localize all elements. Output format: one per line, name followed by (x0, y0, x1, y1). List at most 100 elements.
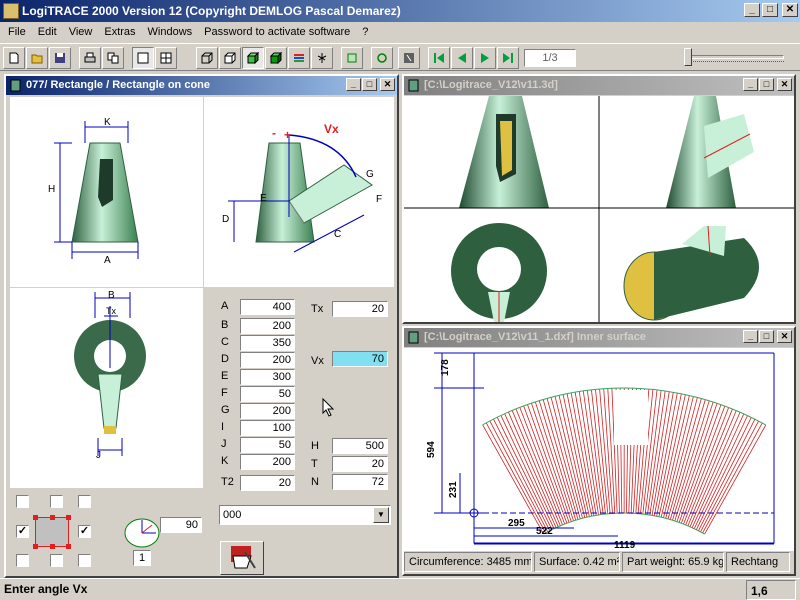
last-page-button[interactable] (497, 47, 519, 69)
position-checkbox-tc[interactable] (50, 495, 63, 508)
rotate-button[interactable] (371, 47, 393, 69)
tree-icon (317, 53, 327, 63)
dxf-canvas[interactable]: 178 594 231 295 522 1119 (404, 348, 794, 551)
params-close-button[interactable]: ✕ (380, 78, 395, 91)
menu-view[interactable]: View (63, 26, 99, 38)
3d-canvas[interactable] (404, 96, 794, 322)
status-circumference: Circumference: 3485 mm (404, 552, 532, 572)
position-checkbox-ml[interactable]: ✓ (16, 525, 29, 538)
field-tx-input[interactable]: 20 (332, 301, 388, 317)
front-view-canvas: K H A (10, 97, 203, 287)
field-t2-input[interactable]: 20 (240, 475, 295, 491)
position-checkbox-tr[interactable] (78, 495, 91, 508)
prompt-bar: Enter angle Vx 1,6 (0, 578, 800, 600)
dim-594: 594 (426, 441, 437, 458)
field-g-input[interactable]: 200 (240, 403, 295, 419)
next-page-icon (481, 53, 489, 63)
field-h-input[interactable]: 500 (332, 438, 388, 454)
position-checkbox-mr[interactable]: ✓ (78, 525, 91, 538)
folder-icon (31, 54, 43, 64)
dim-1119: 1119 (614, 540, 636, 551)
open-file-button[interactable] (26, 47, 48, 69)
wireframe-button[interactable] (196, 47, 218, 69)
close-button[interactable]: ✕ (782, 3, 798, 17)
diagram-minus: - (272, 126, 276, 140)
field-c-input[interactable]: 350 (240, 335, 295, 351)
solid-button[interactable] (265, 47, 287, 69)
3d-close-button[interactable]: ✕ (777, 78, 792, 91)
angle-dial-icon[interactable] (122, 516, 162, 550)
field-i-input[interactable]: 100 (240, 420, 295, 436)
field-f-input[interactable]: 50 (240, 386, 295, 402)
position-checkbox-br[interactable] (78, 554, 91, 567)
field-t-input[interactable]: 20 (332, 456, 388, 472)
field-a-input[interactable]: 400 (240, 299, 295, 315)
drawing-tool-icon (231, 546, 256, 569)
color-stripes-icon (294, 54, 304, 62)
tree-button[interactable] (311, 47, 333, 69)
development-line (493, 418, 551, 531)
diagram-plus: + (284, 128, 291, 142)
dxf-minimize-button[interactable]: _ (743, 330, 758, 343)
field-e-input[interactable]: 300 (240, 369, 295, 385)
field-d-input[interactable]: 200 (240, 352, 295, 368)
menu-windows[interactable]: Windows (142, 26, 199, 38)
profile-combo-value: 000 (223, 509, 242, 521)
3d-minimize-button[interactable]: _ (743, 78, 758, 91)
four-view-button[interactable] (155, 47, 177, 69)
minimize-button[interactable]: _ (744, 3, 760, 17)
3d-maximize-button[interactable]: □ (759, 78, 774, 91)
next-page-button[interactable] (474, 47, 496, 69)
menu-password[interactable]: Password to activate software (198, 26, 356, 38)
position-checkbox-bl[interactable] (16, 554, 29, 567)
cube-hidden-icon (224, 52, 236, 64)
position-checkbox-tl[interactable] (16, 495, 29, 508)
dim-label-e: E (260, 193, 267, 204)
field-vx-input[interactable]: 70 (332, 351, 388, 367)
angle-input[interactable]: 90 (160, 517, 202, 533)
zoom-slider-thumb[interactable] (684, 48, 692, 66)
top-view-drawing: B Tx J (74, 290, 146, 461)
params-maximize-button[interactable]: □ (362, 78, 377, 91)
single-view-button[interactable] (132, 47, 154, 69)
field-j-input[interactable]: 50 (240, 437, 295, 453)
field-b-input[interactable]: 200 (240, 318, 295, 334)
dxf-window-title: [C:\Logitrace_V12\v11_1.dxf] Inner surfa… (424, 331, 646, 343)
development-line (656, 393, 682, 517)
new-file-button[interactable] (3, 47, 25, 69)
prev-page-button[interactable] (451, 47, 473, 69)
dxf-close-button[interactable]: ✕ (777, 330, 792, 343)
maximize-button[interactable]: □ (762, 3, 778, 17)
print-button[interactable] (79, 47, 101, 69)
position-checkbox-bc[interactable] (50, 554, 63, 567)
params-minimize-button[interactable]: _ (346, 78, 361, 91)
save-button[interactable] (49, 47, 71, 69)
dim-label-b: B (108, 290, 115, 301)
cursor-position: 1,6 (746, 580, 796, 600)
development-line (562, 394, 590, 517)
copy-button[interactable] (102, 47, 124, 69)
field-k-input[interactable]: 200 (240, 454, 295, 470)
chevron-down-icon[interactable]: ▼ (373, 507, 389, 523)
count-input[interactable]: 1 (133, 550, 151, 566)
menu-edit[interactable]: Edit (32, 26, 63, 38)
document-icon (10, 79, 21, 92)
new-file-icon (9, 52, 19, 64)
colors-button[interactable] (288, 47, 310, 69)
position-preview (33, 515, 71, 549)
dxf-development-drawing: 178 594 231 295 522 1119 (426, 352, 775, 551)
zoom-slider[interactable] (684, 47, 784, 67)
menu-help[interactable]: ? (356, 26, 374, 38)
calculate-button[interactable] (220, 541, 264, 575)
field-n-input[interactable]: 72 (332, 474, 388, 490)
frame-button[interactable] (341, 47, 363, 69)
calculator-button[interactable] (398, 47, 420, 69)
hidden-lines-button[interactable] (219, 47, 241, 69)
profile-combo[interactable]: 000 ▼ (219, 505, 391, 525)
shaded-button[interactable] (242, 47, 264, 69)
dxf-maximize-button[interactable]: □ (759, 330, 774, 343)
toolbar: 1/3 (0, 43, 800, 71)
menu-file[interactable]: File (2, 26, 32, 38)
first-page-button[interactable] (428, 47, 450, 69)
menu-extras[interactable]: Extras (98, 26, 141, 38)
